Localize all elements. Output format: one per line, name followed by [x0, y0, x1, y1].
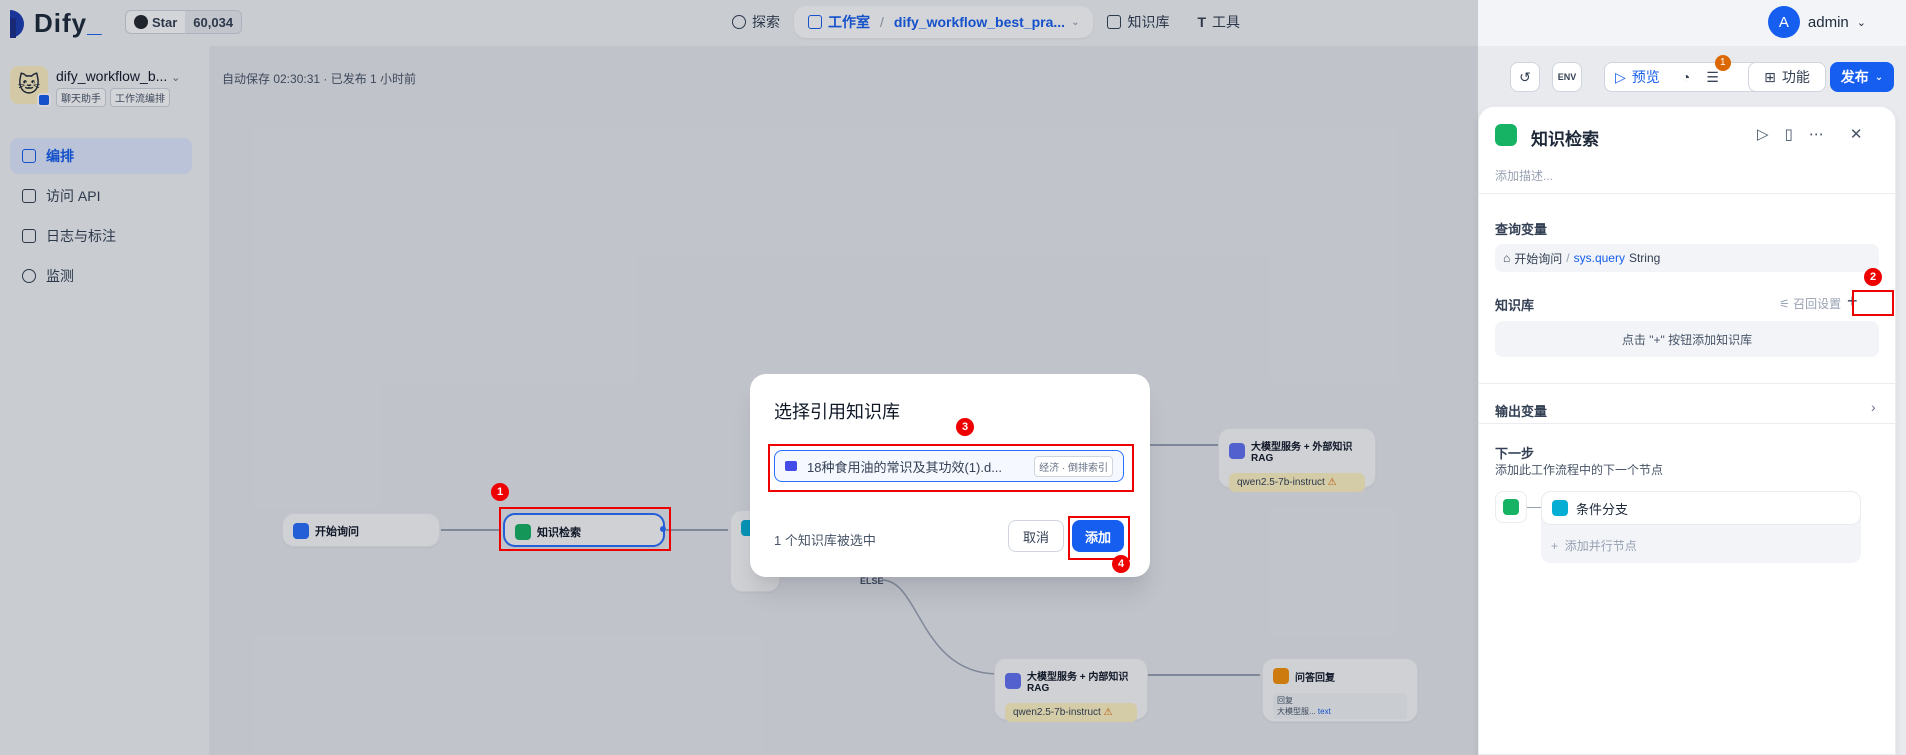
query-var-selector[interactable]: ⌂ 开始询问 / sys.query String	[1495, 244, 1879, 272]
kb-title: 知识库	[1495, 298, 1535, 313]
query-var-title: 查询变量	[1495, 222, 1548, 237]
panel-description-input[interactable]: 添加描述...	[1495, 167, 1553, 184]
play-icon: ▷	[1615, 68, 1626, 85]
dialog-title: 选择引用知识库	[774, 402, 900, 422]
features-button[interactable]: ⊞ 功能	[1748, 62, 1826, 92]
current-node-thumb	[1495, 491, 1527, 523]
avatar: A	[1767, 6, 1800, 38]
help-book-icon[interactable]: ▯	[1785, 125, 1793, 143]
node-config-panel: 知识检索 ▷ ▯ ⋯ ✕ 添加描述... 查询变量 ⌂ 开始询问 / sys.quer…	[1478, 106, 1897, 755]
add-button[interactable]: 添加	[1072, 520, 1124, 552]
next-step-title: 下一步	[1495, 446, 1535, 461]
book-open-icon	[1495, 124, 1517, 146]
book-open-icon	[1503, 499, 1519, 515]
preview-button[interactable]: 预览	[1632, 67, 1660, 87]
add-kb-button[interactable]: +	[1847, 291, 1858, 312]
divider	[1479, 383, 1897, 384]
select-kb-dialog: 选择引用知识库 18种食用油的常识及其功效(1).d... 经济 · 倒排索引 …	[750, 374, 1150, 577]
cancel-button[interactable]: 取消	[1008, 520, 1064, 552]
publish-button[interactable]: 发布 ⌄	[1830, 62, 1894, 92]
selected-count: 1 个知识库被选中	[774, 533, 876, 548]
annotation-number-4: 4	[1112, 555, 1130, 573]
kb-option[interactable]: 18种食用油的常识及其功效(1).d... 经济 · 倒排索引	[774, 450, 1124, 482]
next-node-list: 条件分支 + 添加并行节点	[1541, 491, 1861, 563]
chevron-down-icon: ⌄	[1874, 71, 1884, 83]
run-node-icon[interactable]: ▷	[1757, 125, 1769, 143]
annotation-number-1: 1	[491, 483, 509, 501]
history-button[interactable]: ↺	[1510, 62, 1540, 92]
env-button[interactable]: ENV	[1552, 62, 1582, 92]
branch-icon	[1552, 500, 1568, 516]
annotation-number-3: 3	[956, 418, 974, 436]
checklist-badge: 1	[1714, 54, 1731, 71]
kb-empty-hint: 点击 "+" 按钮添加知识库	[1495, 321, 1879, 357]
divider	[1479, 193, 1897, 194]
recall-settings-button[interactable]: ⚟ 召回设置	[1779, 295, 1841, 312]
close-icon[interactable]: ✕	[1850, 125, 1863, 143]
chevron-down-icon: ⌄	[1856, 16, 1866, 29]
connector	[1527, 507, 1541, 508]
apps-icon: ⊞	[1764, 68, 1776, 85]
output-var-title[interactable]: 输出变量	[1495, 401, 1547, 420]
home-icon: ⌂	[1503, 251, 1511, 265]
more-icon[interactable]: ⋯	[1809, 125, 1824, 143]
kb-index-tag: 经济 · 倒排索引	[1034, 455, 1113, 477]
user-menu[interactable]: A admin ⌄	[1767, 6, 1866, 38]
checklist-clock-icon[interactable]: ◔	[1682, 69, 1690, 85]
settings-icon: ⚟	[1779, 297, 1790, 311]
folder-icon	[785, 461, 797, 471]
checklist-icon[interactable]: ☰ 1	[1706, 54, 1731, 86]
next-step-desc: 添加此工作流程中的下一个节点	[1495, 463, 1664, 477]
add-parallel-node-button[interactable]: + 添加并行节点	[1551, 537, 1637, 554]
annotation-number-2: 2	[1864, 268, 1882, 286]
chevron-right-icon[interactable]: ›	[1871, 399, 1876, 415]
restore-icon: ↺	[1519, 68, 1531, 85]
next-node-branch[interactable]: 条件分支	[1541, 491, 1861, 525]
panel-title[interactable]: 知识检索	[1531, 125, 1599, 150]
divider	[1479, 423, 1897, 424]
modal-backdrop[interactable]	[0, 0, 1478, 755]
